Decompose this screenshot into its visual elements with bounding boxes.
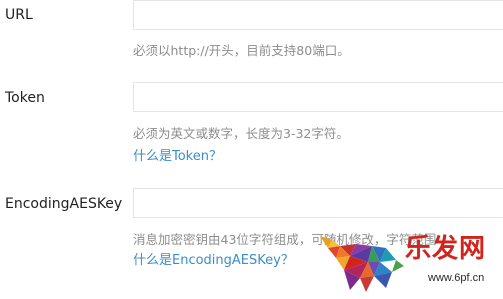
encoding-aes-key-label: EncodingAESKey — [5, 196, 123, 212]
token-hint: 必须为英文或数字，长度为3-32字符。 — [133, 126, 349, 141]
encoding-aes-key-input[interactable] — [133, 188, 503, 218]
url-label: URL — [5, 7, 33, 23]
url-hint: 必须以http://开头，目前支持80端口。 — [133, 43, 350, 58]
url-input[interactable] — [133, 0, 503, 30]
token-help-link[interactable]: 什么是Token？ — [133, 145, 222, 164]
watermark-url: www.6pf.cn — [428, 272, 485, 284]
token-input[interactable] — [133, 82, 503, 112]
encoding-aes-key-help-link[interactable]: 什么是EncodingAESKey？ — [133, 249, 294, 268]
watermark-logo: 乐发网 www.6pf.cn — [316, 226, 503, 298]
bull-logo-icon — [320, 236, 404, 292]
watermark-brand: 乐发网 — [405, 234, 487, 264]
token-label: Token — [5, 90, 45, 106]
